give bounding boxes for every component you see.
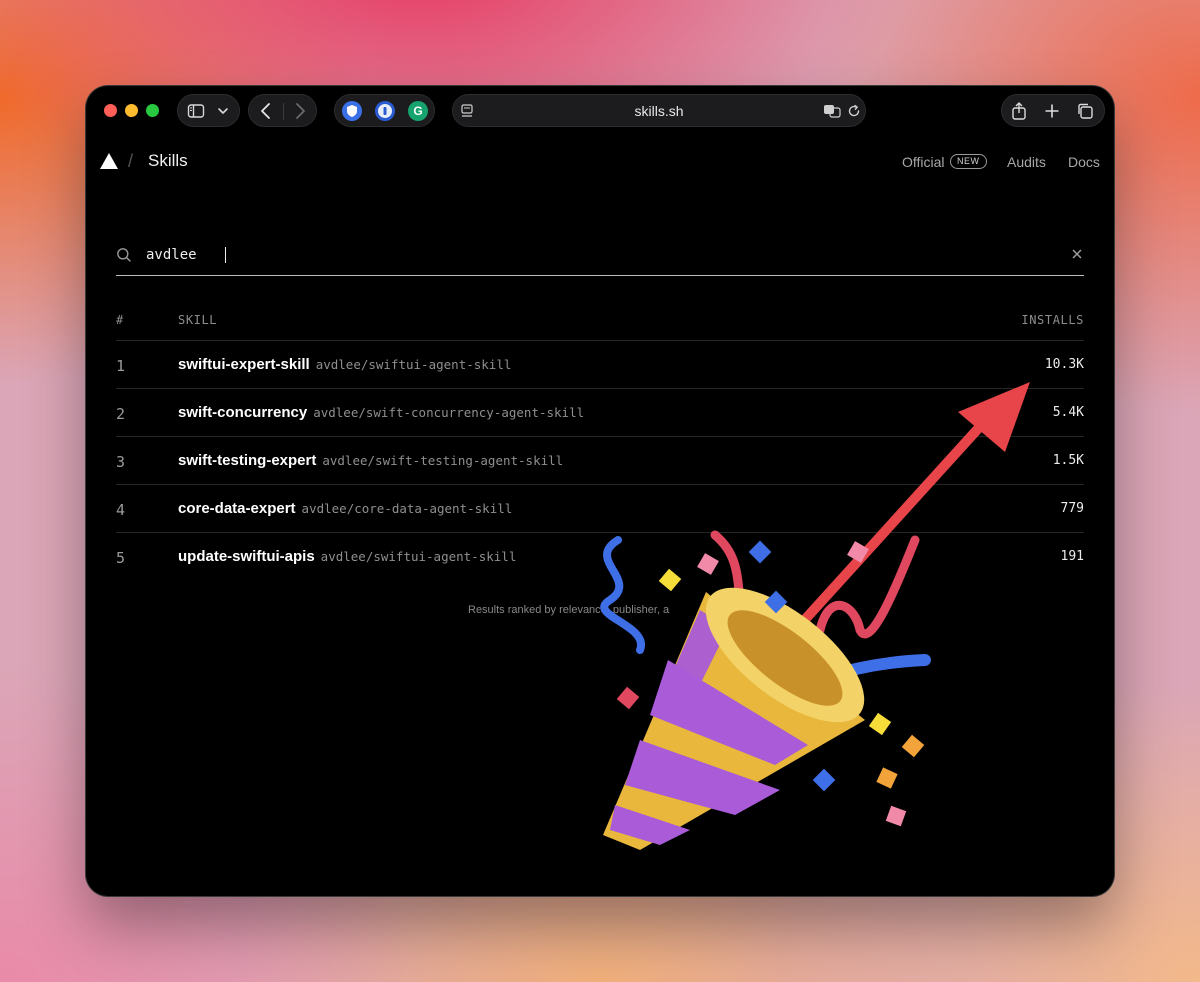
skill-name: swift-testing-expert — [178, 452, 317, 469]
skill-repo: avdlee/swiftui-agent-skill — [320, 549, 517, 564]
vercel-logo-icon[interactable] — [100, 153, 118, 169]
page-title[interactable]: Skills — [148, 151, 188, 171]
skill-name-link[interactable]: swiftui-expert-skill avdlee/swiftui-agent… — [178, 356, 511, 373]
row-rank: 5 — [116, 549, 126, 567]
row-rank: 3 — [116, 453, 126, 471]
search-icon — [117, 248, 131, 262]
skill-name-link[interactable]: update-swiftui-apis avdlee/swiftui-agent-… — [178, 548, 516, 565]
nav-docs[interactable]: Docs — [1068, 154, 1100, 170]
url-text: skills.sh — [634, 103, 684, 119]
translate-icon[interactable] — [823, 103, 841, 119]
column-header-rank: # — [116, 313, 124, 327]
skill-repo: avdlee/swift-concurrency-agent-skill — [313, 405, 585, 420]
new-badge: NEW — [950, 154, 987, 169]
skills-table: 1 swiftui-expert-skill avdlee/swiftui-age… — [116, 340, 1084, 580]
skill-name-link[interactable]: swift-testing-expert avdlee/swift-testing… — [178, 452, 563, 469]
row-rank: 1 — [116, 357, 126, 375]
table-row[interactable]: 1 swiftui-expert-skill avdlee/swiftui-age… — [116, 340, 1084, 388]
tab-overview-icon[interactable] — [1076, 102, 1094, 120]
grammarly-icon[interactable]: G — [408, 101, 428, 121]
skill-name: core-data-expert — [178, 500, 296, 517]
skill-name-link[interactable]: swift-concurrency avdlee/swift-concurrenc… — [178, 404, 584, 421]
table-row[interactable]: 2 swift-concurrency avdlee/swift-concurre… — [116, 388, 1084, 436]
minimize-window-button[interactable] — [125, 104, 138, 117]
search-input[interactable] — [146, 244, 1046, 266]
install-count: 10.3K — [1044, 357, 1084, 372]
reload-icon[interactable] — [846, 103, 862, 119]
row-rank: 2 — [116, 405, 126, 423]
close-window-button[interactable] — [104, 104, 117, 117]
nav-divider — [283, 103, 284, 120]
search-bar — [116, 236, 1084, 276]
results-footnote: Results ranked by relevance, publisher, … — [468, 604, 670, 616]
column-header-skill: SKILL — [178, 313, 218, 327]
install-count: 779 — [1060, 501, 1084, 516]
row-rank: 4 — [116, 501, 126, 519]
nav-audits[interactable]: Audits — [1007, 154, 1046, 170]
zoom-window-button[interactable] — [146, 104, 159, 117]
install-count: 191 — [1060, 549, 1084, 564]
extensions-group: G — [334, 94, 435, 127]
skill-name: swift-concurrency — [178, 404, 308, 421]
skill-name: swiftui-expert-skill — [178, 356, 310, 373]
column-header-installs: INSTALLS — [1021, 313, 1084, 327]
breadcrumb-separator: / — [128, 151, 134, 171]
password-manager-icon[interactable] — [375, 101, 395, 121]
sidebar-icon — [187, 104, 205, 118]
sidebar-toggle-button[interactable] — [177, 94, 240, 127]
shield-icon[interactable] — [342, 101, 362, 121]
browser-toolbar: G skills.sh — [86, 86, 1114, 136]
forward-icon[interactable] — [293, 102, 307, 120]
skill-repo: avdlee/swiftui-agent-skill — [315, 357, 512, 372]
skill-name: update-swiftui-apis — [178, 548, 315, 565]
table-row[interactable]: 4 core-data-expert avdlee/core-data-agent… — [116, 484, 1084, 532]
address-bar[interactable]: skills.sh — [452, 94, 866, 127]
navigation-buttons — [248, 94, 317, 127]
browser-actions — [1001, 94, 1105, 127]
chevron-down-icon[interactable] — [217, 106, 229, 116]
clear-search-icon[interactable] — [1070, 247, 1084, 261]
nav-official[interactable]: Official — [902, 154, 945, 170]
install-count: 1.5K — [1052, 453, 1084, 468]
new-tab-icon[interactable] — [1044, 103, 1060, 119]
table-row[interactable]: 3 swift-testing-expert avdlee/swift-testi… — [116, 436, 1084, 484]
install-count: 5.4K — [1052, 405, 1084, 420]
text-caret — [225, 247, 226, 263]
share-icon[interactable] — [1010, 101, 1028, 121]
skill-name-link[interactable]: core-data-expert avdlee/core-data-agent-s… — [178, 500, 512, 517]
skill-repo: avdlee/core-data-agent-skill — [301, 501, 513, 516]
back-icon[interactable] — [259, 102, 273, 120]
browser-window: G skills.sh / Skills Official NEW Audits… — [86, 86, 1114, 896]
table-row[interactable]: 5 update-swiftui-apis avdlee/swiftui-agen… — [116, 532, 1084, 580]
skill-repo: avdlee/swift-testing-agent-skill — [322, 453, 564, 468]
